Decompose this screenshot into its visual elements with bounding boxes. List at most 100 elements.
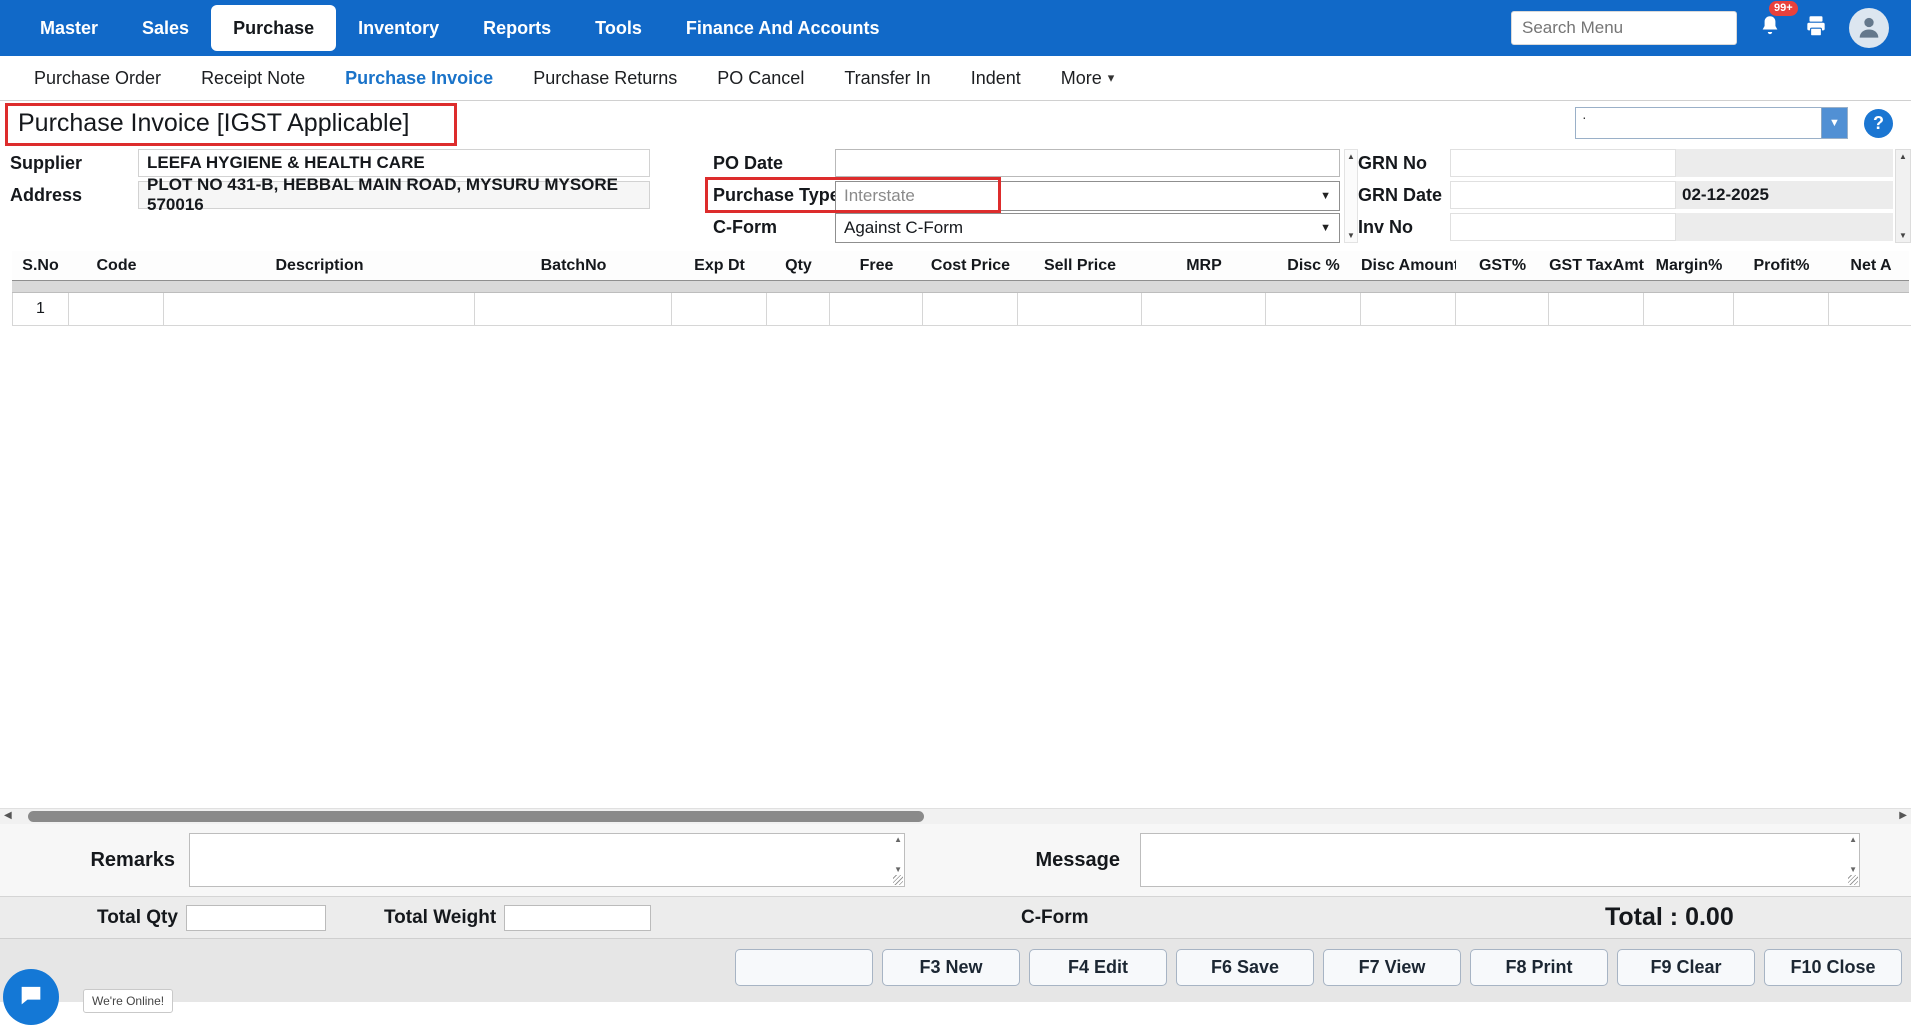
menu-item-tools[interactable]: Tools [573, 0, 664, 56]
table-cell[interactable] [767, 293, 830, 326]
scroll-down-icon[interactable]: ▼ [1849, 865, 1857, 874]
resize-grip[interactable] [1848, 875, 1858, 885]
chevron-down-icon: ▼ [1829, 117, 1840, 129]
chat-widget-button[interactable] [3, 969, 59, 1025]
header-cell: Exp Dt [694, 256, 745, 274]
right-panel-scrollbar[interactable]: ▲ ▼ [1895, 149, 1911, 243]
table-cell[interactable] [1018, 293, 1142, 326]
topnav-right: 99+ [1511, 0, 1911, 48]
table-cell[interactable] [164, 293, 475, 326]
f8-print-button[interactable]: F8 Print [1470, 949, 1608, 986]
f3-new-button[interactable]: F3 New [882, 949, 1020, 986]
menu-item-sales[interactable]: Sales [120, 0, 211, 56]
horizontal-scrollbar-thumb[interactable] [28, 811, 924, 822]
person-icon [1855, 12, 1883, 45]
main-menu: Master Sales Purchase Inventory Reports … [0, 0, 902, 56]
menu-item-purchase[interactable]: Purchase [211, 5, 337, 51]
remarks-textarea[interactable] [190, 834, 904, 886]
f6-save-button[interactable]: F6 Save [1176, 949, 1314, 986]
table-cell[interactable] [1266, 293, 1361, 326]
subnav-more[interactable]: More ▾ [1061, 68, 1115, 89]
address-value: PLOT NO 431-B, HEBBAL MAIN ROAD, MYSURU … [138, 175, 650, 214]
invoice-select-combo[interactable]: · ▼ [1575, 107, 1848, 139]
scroll-up-icon[interactable]: ▲ [1899, 152, 1907, 161]
print-button[interactable] [1803, 13, 1829, 44]
total-qty-label: Total Qty [97, 906, 178, 928]
horizontal-scrollbar[interactable]: ◀ ▶ [0, 808, 1911, 824]
blank-button[interactable] [735, 949, 873, 986]
table-subheader-strip [12, 281, 1909, 293]
header-cell: MRP [1186, 256, 1222, 274]
subnav-purchase-order[interactable]: Purchase Order [34, 68, 161, 89]
subnav-receipt-note[interactable]: Receipt Note [201, 68, 305, 89]
cform-value: Against C-Form [844, 218, 964, 237]
total-weight-label: Total Weight [383, 906, 497, 928]
chevron-down-icon: ▼ [1320, 190, 1331, 202]
table-cell[interactable] [672, 293, 767, 326]
grn-date-box[interactable] [1450, 181, 1676, 209]
table-cell[interactable] [69, 293, 164, 326]
subnav-purchase-invoice[interactable]: Purchase Invoice [345, 68, 493, 89]
table-cell[interactable] [1734, 293, 1829, 326]
address-label: Address [10, 185, 83, 205]
search-input[interactable] [1511, 11, 1737, 45]
scroll-down-icon[interactable]: ▼ [1899, 231, 1907, 240]
sno-cell[interactable]: 1 [12, 293, 69, 326]
scroll-up-icon[interactable]: ▲ [894, 835, 902, 844]
purchase-type-select[interactable]: Interstate ▼ [835, 181, 1340, 211]
supplier-value[interactable]: LEEFA HYGIENE & HEALTH CARE [138, 149, 650, 177]
inv-no-value[interactable] [1450, 213, 1676, 241]
user-avatar[interactable] [1849, 8, 1889, 48]
menu-item-finance[interactable]: Finance And Accounts [664, 0, 902, 56]
cform-select[interactable]: Against C-Form ▼ [835, 213, 1340, 243]
menu-item-reports[interactable]: Reports [461, 0, 573, 56]
chevron-down-icon: ▼ [1320, 222, 1331, 234]
notifications-button[interactable]: 99+ [1757, 0, 1798, 44]
table-cell[interactable] [1361, 293, 1456, 326]
total-qty-input[interactable] [185, 904, 326, 931]
table-cell[interactable] [1644, 293, 1734, 326]
form-panel-scrollbar[interactable]: ▲ ▼ [1344, 149, 1358, 243]
message-textarea[interactable] [1141, 834, 1859, 886]
scroll-right-icon[interactable]: ▶ [1899, 810, 1907, 821]
menu-item-inventory[interactable]: Inventory [336, 0, 461, 56]
f10-close-button[interactable]: F10 Close [1764, 949, 1902, 986]
table-cell[interactable] [1829, 293, 1911, 326]
po-date-input[interactable] [835, 149, 1340, 177]
scroll-up-icon[interactable]: ▲ [1849, 835, 1857, 844]
menu-item-master[interactable]: Master [18, 0, 120, 56]
totals-bar: Total Qty Total Weight C-Form Total : 0.… [0, 896, 1911, 938]
table-cell[interactable] [1142, 293, 1266, 326]
table-cell[interactable] [830, 293, 923, 326]
resize-grip[interactable] [893, 875, 903, 885]
header-cell: GST TaxAmt [1549, 256, 1644, 274]
subnav-po-cancel[interactable]: PO Cancel [717, 68, 804, 89]
table-cell[interactable] [1456, 293, 1549, 326]
combo-dropdown-button[interactable]: ▼ [1821, 108, 1847, 138]
table-cell[interactable] [475, 293, 672, 326]
header-cell: Cost Price [930, 256, 1011, 274]
grn-date-value: 02-12-2025 [1676, 181, 1893, 209]
f4-edit-button[interactable]: F4 Edit [1029, 949, 1167, 986]
scroll-left-icon[interactable]: ◀ [4, 810, 12, 821]
f7-view-button[interactable]: F7 View [1323, 949, 1461, 986]
remarks-field: ▲ ▼ [189, 833, 905, 887]
f9-clear-button[interactable]: F9 Clear [1617, 949, 1755, 986]
grn-no-value[interactable] [1450, 149, 1676, 177]
help-button[interactable]: ? [1864, 108, 1893, 138]
bell-icon [1757, 13, 1783, 44]
header-cell: Disc % [1287, 256, 1340, 274]
table-cell[interactable] [923, 293, 1018, 326]
scroll-down-icon[interactable]: ▼ [894, 865, 902, 874]
subnav-transfer-in[interactable]: Transfer In [844, 68, 930, 89]
header-cell: GST% [1478, 256, 1527, 274]
subnav-purchase-returns[interactable]: Purchase Returns [533, 68, 677, 89]
cform-footer-text: C-Form [1021, 906, 1089, 928]
total-weight-input[interactable] [504, 904, 652, 931]
scroll-down-icon[interactable]: ▼ [1347, 231, 1355, 240]
printer-icon [1803, 13, 1829, 44]
grn-no-extra-cell [1676, 149, 1893, 177]
table-cell[interactable] [1549, 293, 1644, 326]
scroll-up-icon[interactable]: ▲ [1347, 152, 1355, 161]
subnav-indent[interactable]: Indent [971, 68, 1021, 89]
